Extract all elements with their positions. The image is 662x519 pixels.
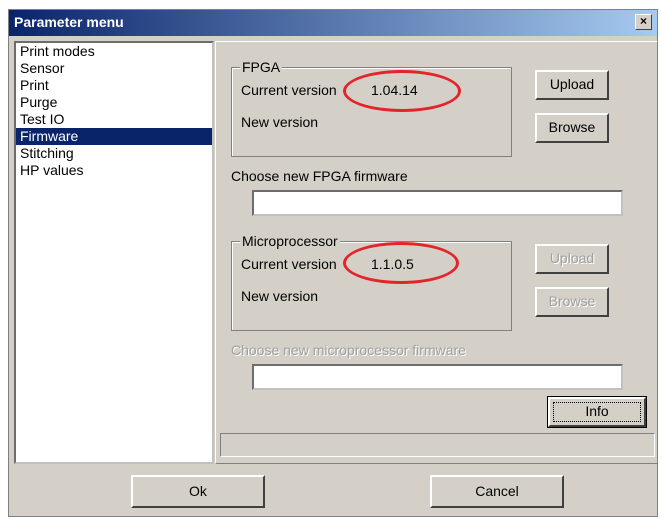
micro-group-legend: Microprocessor: [240, 233, 340, 249]
parameter-menu-window: Parameter menu × Print modes Sensor Prin…: [8, 9, 658, 517]
fpga-current-version-value: 1.04.14: [371, 82, 418, 98]
fpga-upload-button[interactable]: Upload: [535, 70, 609, 100]
sidebar-item-hp-values[interactable]: HP values: [16, 162, 212, 179]
sidebar-item-purge[interactable]: Purge: [16, 94, 212, 111]
sidebar-item-stitching[interactable]: Stitching: [16, 145, 212, 162]
sidebar-item-print-modes[interactable]: Print modes: [16, 43, 212, 60]
status-bar: [220, 433, 655, 457]
micro-upload-button[interactable]: Upload: [535, 244, 609, 274]
fpga-current-version-label: Current version: [241, 82, 337, 98]
micro-current-version-label: Current version: [241, 256, 337, 272]
window-title: Parameter menu: [14, 14, 124, 30]
fpga-choose-label: Choose new FPGA firmware: [231, 168, 408, 184]
micro-firmware-path-input[interactable]: [252, 364, 623, 390]
title-bar[interactable]: Parameter menu ×: [9, 10, 657, 36]
focus-rectangle: [553, 402, 641, 422]
micro-choose-label: Choose new microprocessor firmware: [231, 342, 466, 358]
close-icon: ×: [639, 14, 647, 28]
micro-current-version-value: 1.1.0.5: [371, 256, 414, 272]
fpga-browse-button[interactable]: Browse: [535, 113, 609, 143]
micro-browse-button[interactable]: Browse: [535, 287, 609, 317]
sidebar-item-print[interactable]: Print: [16, 77, 212, 94]
fpga-firmware-path-input[interactable]: [252, 190, 623, 216]
micro-new-version-label: New version: [241, 288, 319, 304]
cancel-button[interactable]: Cancel: [430, 475, 564, 508]
fpga-new-version-label: New version: [241, 114, 319, 130]
ok-button[interactable]: Ok: [131, 475, 265, 508]
sidebar-item-sensor[interactable]: Sensor: [16, 60, 212, 77]
sidebar-item-test-io[interactable]: Test IO: [16, 111, 212, 128]
info-button[interactable]: Info: [547, 396, 647, 428]
close-button[interactable]: ×: [635, 14, 652, 30]
sidebar-item-firmware[interactable]: Firmware: [16, 128, 212, 145]
category-list[interactable]: Print modes Sensor Print Purge Test IO F…: [14, 41, 214, 464]
fpga-group-legend: FPGA: [240, 59, 283, 75]
